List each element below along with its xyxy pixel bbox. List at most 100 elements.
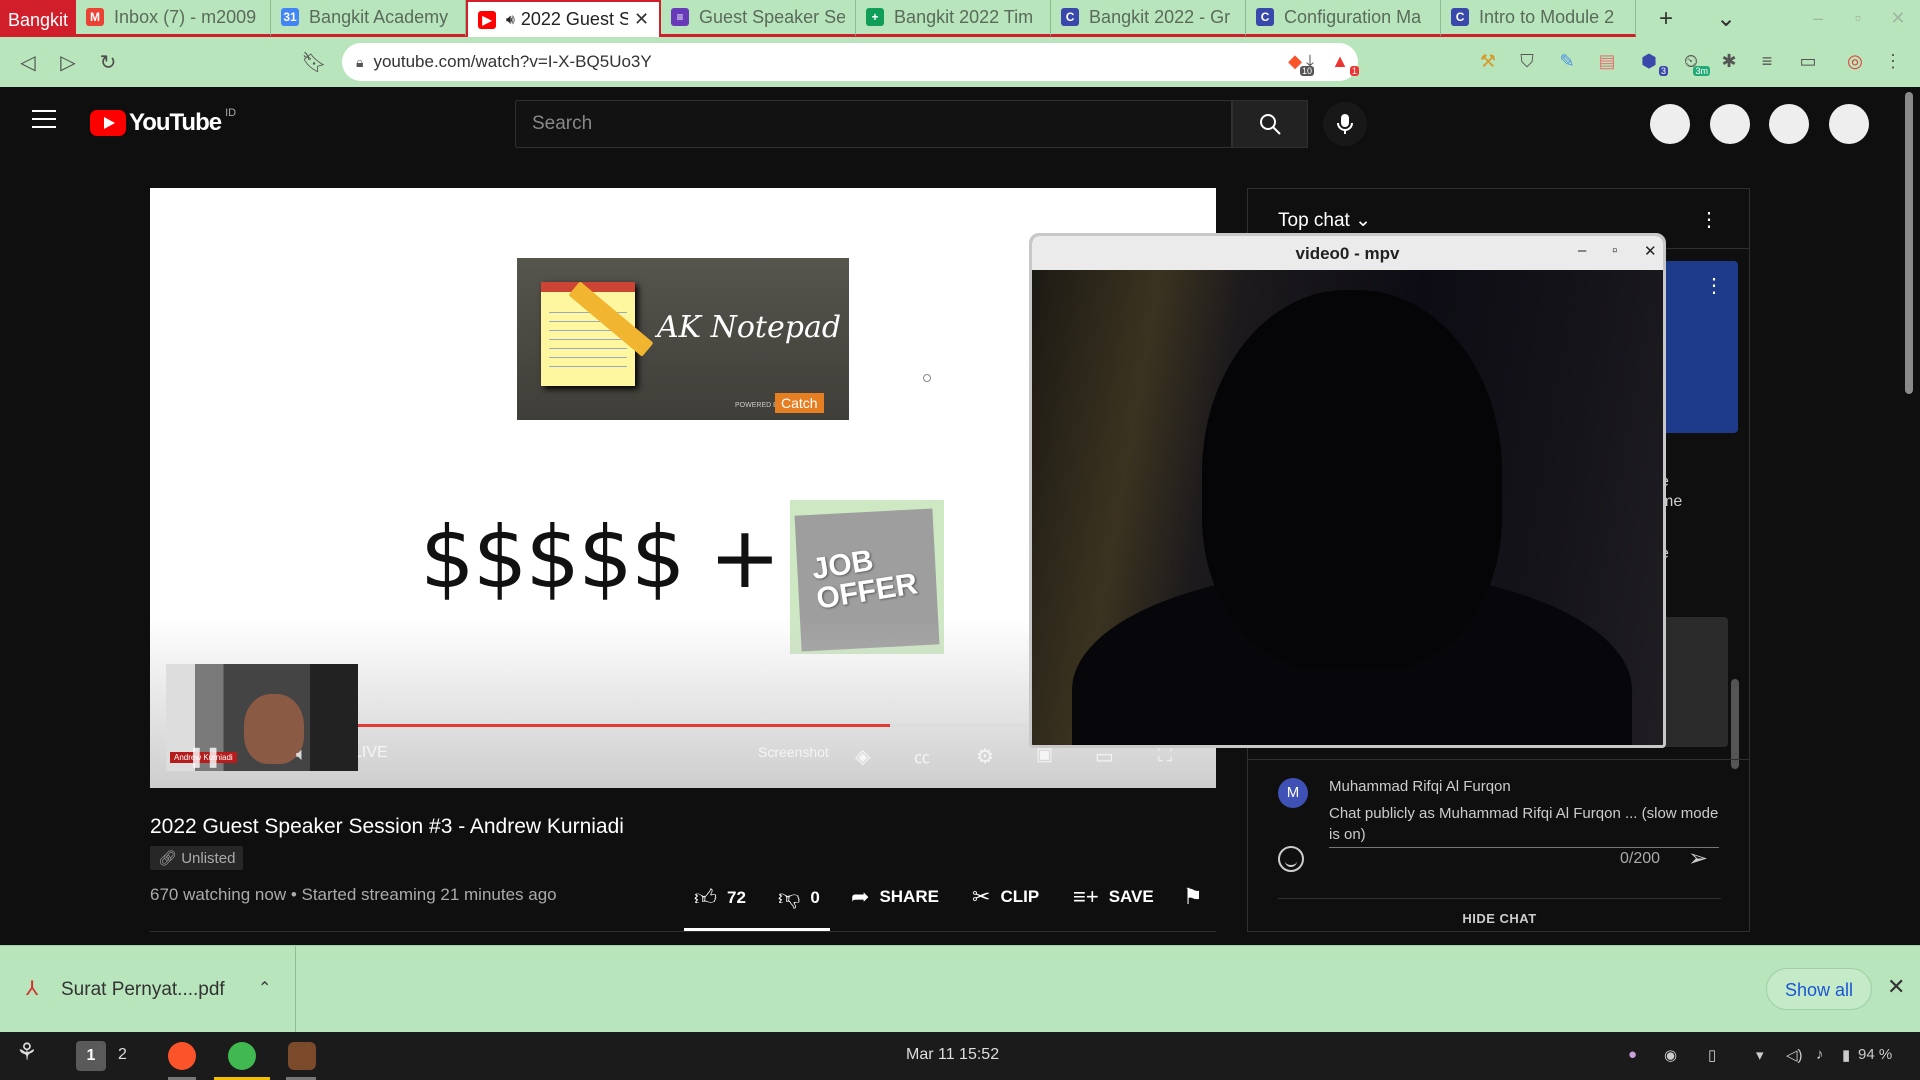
volume-tray-icon[interactable]: ◁)	[1786, 1046, 1803, 1064]
guide-menu-icon[interactable]	[32, 110, 56, 128]
minimize-window-icon[interactable]: –	[1798, 0, 1838, 37]
flag-icon: ⚑	[1183, 884, 1203, 909]
browser-tab[interactable]: C Intro to Module 2	[1441, 0, 1637, 37]
show-all-button[interactable]: Show all	[1766, 968, 1873, 1010]
reload-icon[interactable]: ↻	[88, 42, 128, 82]
gamepad-icon[interactable]: ◉	[1664, 1046, 1677, 1064]
browser-tab[interactable]: M Inbox (7) - m2009	[76, 0, 272, 37]
wallet-icon[interactable]: ▭	[1793, 46, 1823, 76]
brave-shields-icon[interactable]: ◆ 10	[1280, 46, 1314, 76]
bookmark-icon[interactable]: 🔖︎	[294, 42, 334, 82]
voice-search-button[interactable]	[1323, 102, 1367, 146]
tab-title: Bangkit 2022 - Gr	[1089, 6, 1231, 27]
browser-tab[interactable]: C Configuration Ma	[1246, 0, 1442, 37]
lock-icon: 🔒︎	[356, 53, 364, 70]
browser-tab[interactable]: ≡ Guest Speaker Se	[661, 0, 857, 37]
mpv-titlebar[interactable]: video0 - mpv – ▫ ✕	[1032, 236, 1663, 270]
screenshot-button[interactable]: Screenshot	[758, 744, 829, 760]
browser-tab[interactable]: C Bangkit 2022 - Gr	[1051, 0, 1247, 37]
dislike-button[interactable]: 👎︎ 0	[778, 884, 820, 911]
close-shelf-icon[interactable]: ✕	[1887, 974, 1905, 1000]
mpv-title: video0 - mpv	[1295, 244, 1400, 263]
youtube-play-icon	[90, 110, 126, 136]
chat-scrollbar[interactable]	[1731, 679, 1739, 769]
browser-menu-icon[interactable]: ⋮	[1878, 46, 1908, 76]
captions-icon[interactable]: ㏄	[914, 744, 930, 768]
save-button[interactable]: ≡+ SAVE	[1073, 884, 1154, 910]
brave-browser-icon[interactable]	[168, 1042, 196, 1070]
search-icon	[1260, 114, 1281, 135]
address-bar[interactable]: 🔒︎ youtube.com/watch?v=I-X-BQ5Uo3Y ⤓	[342, 43, 1358, 81]
tab-strip: Bangkit M Inbox (7) - m2009 31 Bangkit Acad…	[0, 0, 1920, 37]
mpv-minimize-icon[interactable]: –	[1578, 242, 1586, 259]
workspace-1[interactable]: 1	[76, 1041, 106, 1071]
media-controls-icon[interactable]: ≡	[1752, 46, 1782, 76]
share-button[interactable]: ➦ SHARE	[851, 884, 939, 910]
thumbs-down-icon: 👎︎	[778, 885, 801, 910]
mpv-window[interactable]: video0 - mpv – ▫ ✕	[1029, 233, 1666, 748]
profile-avatar-icon[interactable]: ◎	[1840, 46, 1870, 76]
header-button-3[interactable]	[1769, 104, 1809, 144]
tray-dot-icon[interactable]: ●	[1628, 1046, 1637, 1063]
tab-group-label[interactable]: Bangkit	[0, 0, 77, 37]
new-tab-button[interactable]: +	[1636, 0, 1696, 37]
extension-pdf-icon[interactable]: ▤	[1592, 46, 1622, 76]
workspace-2[interactable]: 2	[118, 1046, 127, 1064]
top-chat-dropdown[interactable]: Top chat ⌄	[1278, 209, 1371, 232]
classroom-icon: C	[1451, 8, 1470, 26]
emoji-icon[interactable]	[1278, 846, 1304, 872]
clip-button[interactable]: ✂ CLIP	[972, 884, 1039, 910]
brave-rewards-icon[interactable]: ▲ 1	[1325, 46, 1359, 76]
extension-shield-icon[interactable]: ⛉	[1512, 46, 1542, 76]
browser-tab[interactable]: 31 Bangkit Academy	[271, 0, 467, 37]
page-scrollbar[interactable]	[1905, 92, 1913, 394]
tab-search-button[interactable]: ⌄	[1696, 0, 1756, 37]
header-button-1[interactable]	[1650, 104, 1690, 144]
mpv-maximize-icon[interactable]: ▫	[1612, 242, 1617, 259]
wifi-icon[interactable]: ▾	[1756, 1046, 1764, 1064]
chat-menu-icon[interactable]: ⋮	[1699, 207, 1719, 232]
youtube-logo[interactable]: YouTube ID	[90, 107, 236, 137]
search-button[interactable]	[1232, 100, 1308, 148]
info-divider	[150, 931, 1216, 932]
mpv-close-icon[interactable]: ✕	[1644, 242, 1657, 260]
clipboard-icon[interactable]: ▯	[1708, 1046, 1716, 1064]
send-icon[interactable]: ➢	[1688, 844, 1708, 873]
chevron-up-icon[interactable]: ⌃	[258, 978, 271, 998]
pause-icon[interactable]: ❚❚	[188, 744, 222, 769]
like-button[interactable]: 👍︎ 72	[694, 884, 746, 911]
audio-playing-icon[interactable]: 🔊︎	[506, 11, 515, 28]
tab-title: Bangkit Academy	[309, 6, 449, 27]
close-window-icon[interactable]: ✕	[1878, 0, 1918, 37]
extensions-puzzle-icon[interactable]: ✱	[1714, 46, 1744, 76]
account-avatar[interactable]	[1829, 104, 1869, 144]
extension-hammer-icon[interactable]: ⚒	[1473, 46, 1503, 76]
forward-icon[interactable]: ▷	[48, 42, 88, 82]
battery-icon[interactable]: ▮	[1842, 1046, 1850, 1064]
speaker-face	[244, 694, 304, 764]
mic-tray-icon[interactable]: ♪	[1816, 1046, 1824, 1063]
extension-cube-icon[interactable]: ⬢ 3	[1634, 46, 1668, 76]
autoplay-icon[interactable]: ◈	[855, 744, 870, 769]
volume-icon[interactable]: 🔈︎	[296, 744, 307, 765]
settings-gear-icon[interactable]: ⚙	[976, 744, 994, 769]
report-button[interactable]: ⚑	[1183, 884, 1213, 910]
extension-timer-icon[interactable]: ⏲ 3m	[1676, 46, 1710, 76]
extension-feather-icon[interactable]: ✎	[1552, 46, 1582, 76]
chat-input[interactable]: Chat publicly as Muhammad Rifqi Al Furqo…	[1329, 803, 1719, 848]
clock[interactable]: Mar 11 15:52	[906, 1046, 999, 1064]
terminal-icon[interactable]	[288, 1042, 316, 1070]
close-tab-icon[interactable]: ✕	[634, 9, 649, 30]
header-button-2[interactable]	[1710, 104, 1750, 144]
browser-tab[interactable]: + Bangkit 2022 Tim	[856, 0, 1052, 37]
media-player-icon[interactable]	[228, 1042, 256, 1070]
launcher-icon[interactable]: ⚘	[16, 1038, 38, 1067]
tab-title: Bangkit 2022 Tim	[894, 6, 1034, 27]
maximize-window-icon[interactable]: ▫	[1838, 0, 1878, 37]
download-item[interactable]: ⅄ Surat Pernyat....pdf ⌃	[0, 946, 296, 1033]
browser-tab[interactable]: ▶ 🔊︎ 2022 Guest Speaker ✕	[466, 0, 662, 37]
back-icon[interactable]: ◁	[8, 42, 48, 82]
hide-chat-button[interactable]: HIDE CHAT	[1278, 898, 1721, 926]
card-menu-icon[interactable]: ⋮	[1704, 273, 1724, 298]
search-input[interactable]	[532, 113, 1231, 135]
